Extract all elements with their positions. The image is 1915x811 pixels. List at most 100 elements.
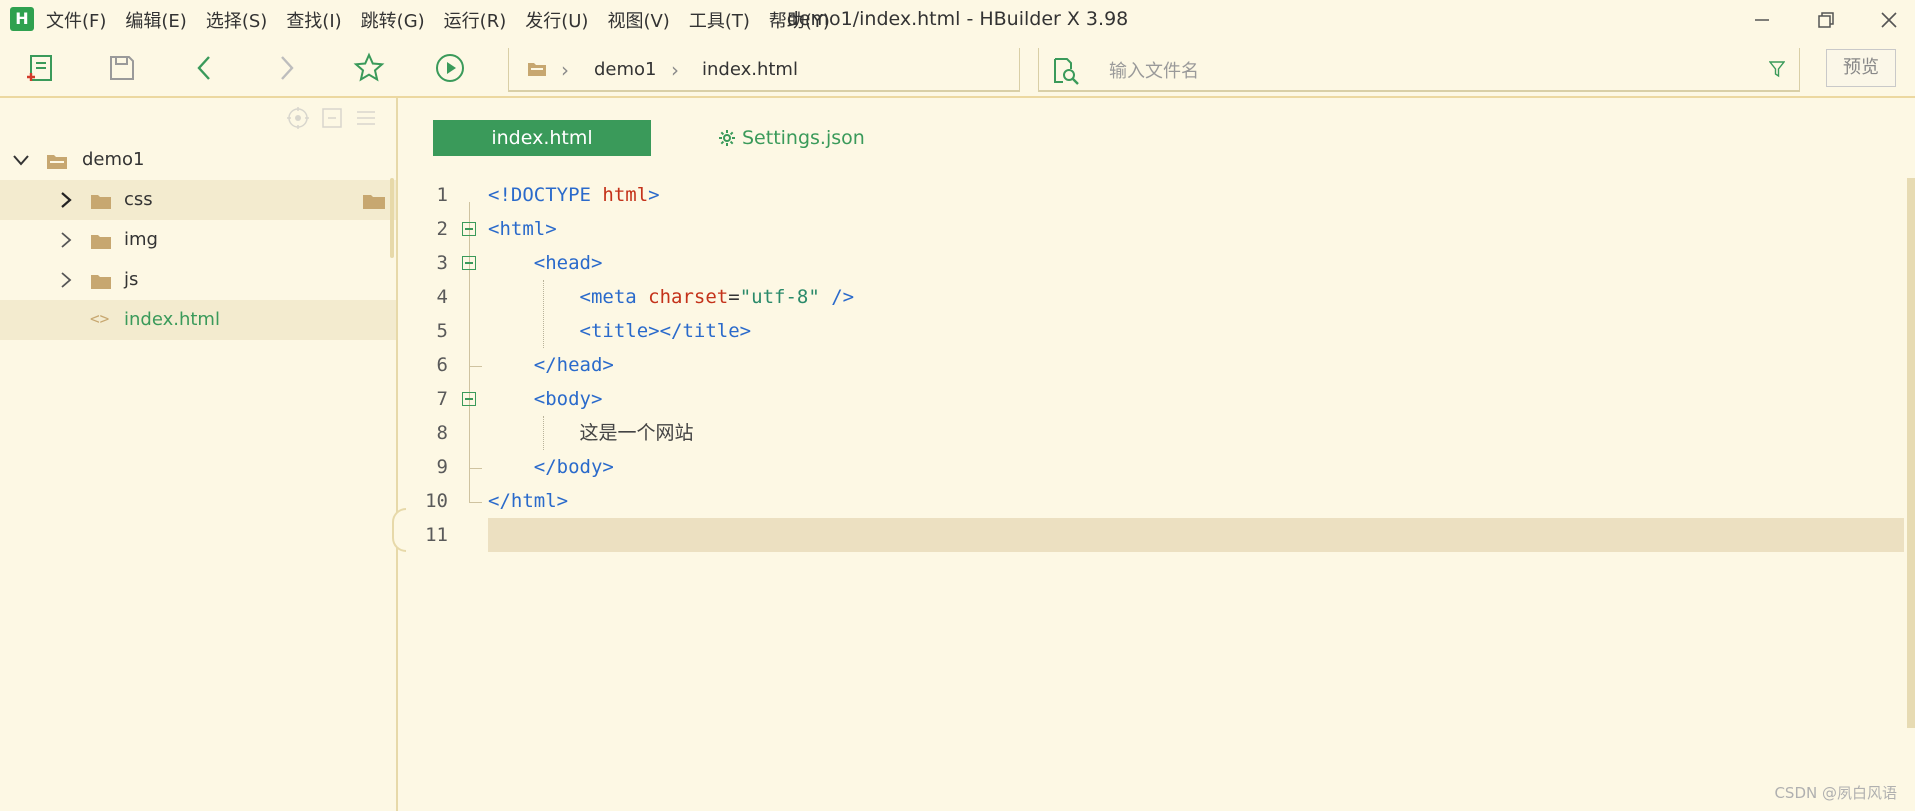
code-text: <meta charset="utf-8" /> bbox=[488, 286, 855, 308]
code-text: <head> bbox=[488, 252, 603, 274]
fold-toggle-icon[interactable] bbox=[462, 392, 476, 406]
folder-icon bbox=[91, 195, 111, 209]
code-line[interactable]: 5 <title></title> bbox=[400, 314, 1910, 348]
line-number: 8 bbox=[436, 422, 448, 444]
tab-index-html[interactable]: index.html bbox=[433, 120, 651, 156]
project-name: demo1 bbox=[82, 149, 145, 170]
restore-button[interactable] bbox=[1806, 4, 1846, 36]
menu-view[interactable]: 视图(V) bbox=[607, 7, 669, 33]
tree-item-project[interactable]: demo1 bbox=[0, 140, 396, 180]
tree-item-label: js bbox=[124, 269, 139, 290]
menu-help[interactable]: 帮助(Y) bbox=[769, 7, 830, 33]
save-button[interactable] bbox=[104, 50, 140, 86]
play-circle-icon bbox=[436, 54, 464, 82]
restore-icon bbox=[1818, 12, 1834, 28]
menu-publish[interactable]: 发行(U) bbox=[525, 7, 588, 33]
line-number: 10 bbox=[425, 490, 448, 512]
open-folder-icon[interactable] bbox=[362, 192, 386, 210]
tree-item-label: index.html bbox=[124, 309, 220, 330]
code-line[interactable]: 3 <head> bbox=[400, 246, 1910, 280]
line-number: 4 bbox=[436, 286, 448, 308]
minimize-button[interactable] bbox=[1742, 4, 1782, 36]
preview-button[interactable]: 预览 bbox=[1826, 49, 1896, 87]
chevron-down-icon[interactable] bbox=[12, 140, 30, 180]
chevron-left-icon bbox=[197, 56, 210, 80]
code-editor[interactable]: 1 <!DOCTYPE html> 2 <html> 3 <head> 4 <meta c… bbox=[400, 178, 1915, 578]
html-file-icon: <> bbox=[90, 309, 110, 328]
code-text: </body> bbox=[488, 456, 614, 478]
tree-item-label: img bbox=[124, 229, 158, 250]
code-text: 这是一个网站 bbox=[579, 422, 694, 444]
tab-label: Settings.json bbox=[742, 127, 865, 149]
close-icon bbox=[1881, 12, 1897, 28]
line-number: 1 bbox=[436, 184, 448, 206]
collapse-all-icon[interactable] bbox=[320, 106, 344, 130]
code-line[interactable]: 10 </html> bbox=[400, 484, 1910, 518]
tree-item-label: css bbox=[124, 189, 153, 210]
tree-item-folder[interactable]: js bbox=[0, 260, 396, 300]
gear-icon bbox=[719, 130, 735, 146]
menu-bar: 文件(F) 编辑(E) 选择(S) 查找(I) 跳转(G) 运行(R) 发行(U… bbox=[46, 0, 849, 40]
line-number: 9 bbox=[436, 456, 448, 478]
line-number: 3 bbox=[436, 252, 448, 274]
menu-icon[interactable] bbox=[354, 106, 378, 130]
project-explorer: demo1 css img js <> index.html bbox=[0, 98, 398, 811]
code-text: <body> bbox=[488, 388, 603, 410]
code-line[interactable]: 11 bbox=[400, 518, 1910, 552]
editor-scrollbar[interactable] bbox=[1907, 178, 1915, 728]
tree-item-folder[interactable]: css bbox=[0, 180, 396, 220]
file-search bbox=[1038, 48, 1800, 92]
fold-toggle-icon[interactable] bbox=[462, 256, 476, 270]
chevron-right-icon[interactable] bbox=[58, 260, 74, 300]
code-line[interactable]: 7 <body> bbox=[400, 382, 1910, 416]
chevron-right-icon[interactable] bbox=[58, 220, 74, 260]
code-line[interactable]: 2 <html> bbox=[400, 212, 1910, 246]
new-file-button[interactable] bbox=[22, 50, 58, 86]
line-number: 5 bbox=[436, 320, 448, 342]
file-search-icon bbox=[1054, 58, 1079, 85]
editor: index.html Settings.json 1 <!DOCTYPE html… bbox=[400, 98, 1915, 811]
line-number: 11 bbox=[425, 524, 448, 546]
fold-toggle-icon[interactable] bbox=[462, 222, 476, 236]
chevron-right-icon[interactable] bbox=[58, 180, 74, 220]
filter-icon[interactable] bbox=[1769, 60, 1785, 78]
code-line[interactable]: 9 </body> bbox=[400, 450, 1910, 484]
chevron-right-icon bbox=[281, 56, 294, 80]
tab-settings-json[interactable]: Settings.json bbox=[718, 120, 865, 156]
search-input[interactable] bbox=[1107, 56, 1711, 86]
tree-item-file[interactable]: <> index.html bbox=[0, 300, 396, 340]
menu-select[interactable]: 选择(S) bbox=[206, 7, 267, 33]
sidebar-scrollbar[interactable] bbox=[390, 178, 394, 258]
watermark: CSDN @夙白风语 bbox=[1774, 784, 1897, 802]
back-button[interactable] bbox=[187, 50, 223, 86]
code-line[interactable]: 8 这是一个网站 bbox=[400, 416, 1910, 450]
tree-item-folder[interactable]: img bbox=[0, 220, 396, 260]
line-number: 2 bbox=[436, 218, 448, 240]
title-bar: H 文件(F) 编辑(E) 选择(S) 查找(I) 跳转(G) 运行(R) 发行… bbox=[0, 0, 1915, 40]
close-button[interactable] bbox=[1869, 4, 1909, 36]
folder-icon bbox=[91, 275, 111, 289]
favorite-button[interactable] bbox=[351, 50, 387, 86]
breadcrumb-file[interactable]: index.html bbox=[702, 59, 798, 80]
breadcrumb-project[interactable]: demo1 bbox=[594, 59, 657, 80]
chevron-right-icon: › bbox=[561, 58, 569, 82]
menu-file[interactable]: 文件(F) bbox=[46, 7, 106, 33]
line-number: 6 bbox=[436, 354, 448, 376]
folder-icon bbox=[91, 235, 111, 249]
explorer-tools bbox=[286, 106, 378, 130]
menu-run[interactable]: 运行(R) bbox=[444, 7, 507, 33]
run-button[interactable] bbox=[432, 50, 468, 86]
line-number: 7 bbox=[436, 388, 448, 410]
menu-find[interactable]: 查找(I) bbox=[286, 7, 341, 33]
new-file-icon bbox=[27, 55, 52, 81]
menu-tools[interactable]: 工具(T) bbox=[689, 7, 750, 33]
code-line[interactable]: 1 <!DOCTYPE html> bbox=[400, 178, 1910, 212]
code-text: <!DOCTYPE html> bbox=[488, 184, 660, 206]
chevron-right-icon: › bbox=[671, 58, 679, 82]
menu-edit[interactable]: 编辑(E) bbox=[125, 7, 186, 33]
menu-goto[interactable]: 跳转(G) bbox=[361, 7, 425, 33]
code-line[interactable]: 4 <meta charset="utf-8" /> bbox=[400, 280, 1910, 314]
forward-button[interactable] bbox=[268, 50, 304, 86]
code-line[interactable]: 6 </head> bbox=[400, 348, 1910, 382]
locate-icon[interactable] bbox=[286, 106, 310, 130]
